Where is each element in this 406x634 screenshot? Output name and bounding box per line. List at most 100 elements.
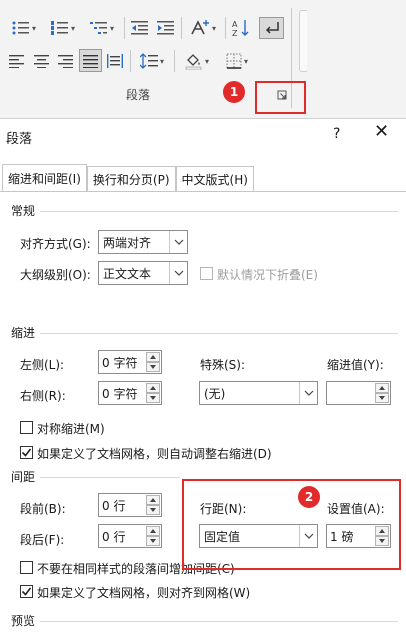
decrease-indent-icon (131, 21, 148, 35)
checkmark-icon (21, 448, 32, 457)
divider (181, 17, 182, 39)
divider (174, 50, 175, 72)
bullets-button[interactable]: ▾ (6, 17, 42, 39)
mirror-indents-checkbox[interactable] (20, 421, 33, 434)
tab-line-page-breaks[interactable]: 换行和分页(P) (86, 166, 176, 192)
bullet-list-icon (12, 21, 29, 35)
space-before-value: 0 行 (102, 498, 126, 513)
justify-icon (82, 54, 98, 68)
indent-left-value: 0 字符 (102, 355, 138, 370)
dialog-tabs: 缩进和间距(I) 换行和分页(P) 中文版式(H) (2, 164, 254, 192)
increase-indent-icon (157, 21, 174, 35)
dialog-launcher-icon (277, 90, 287, 100)
snap-to-grid-checkbox[interactable] (20, 585, 33, 598)
space-after-spinner[interactable]: 0 行 (98, 524, 162, 548)
decrease-indent-button[interactable] (128, 17, 152, 39)
indent-by-spinner[interactable] (326, 381, 391, 405)
paragraph-mark-icon (265, 22, 279, 34)
paragraph-settings-launcher[interactable] (275, 88, 289, 102)
outline-level-select[interactable]: 正文文本 (98, 261, 188, 285)
paragraph-dialog: 段落 ? ✕ 缩进和间距(I) 换行和分页(P) 中文版式(H) 常规 对齐方式… (0, 118, 406, 634)
spin-up-icon[interactable] (146, 352, 160, 362)
mirror-indents-label: 对称缩进(M) (37, 422, 105, 436)
spin-up-icon[interactable] (146, 526, 160, 536)
space-after-value: 0 行 (102, 529, 126, 544)
auto-adjust-right-indent-label: 如果定义了文档网格，则自动调整右缩进(D) (37, 447, 272, 461)
tab-asian-typography[interactable]: 中文版式(H) (175, 166, 254, 192)
indent-right-spinner[interactable]: 0 字符 (98, 381, 162, 405)
chinese-layout-button[interactable]: ▾ (185, 17, 221, 39)
align-left-button[interactable] (6, 50, 28, 72)
divider (124, 17, 125, 39)
chevron-down-icon (169, 231, 187, 253)
collapse-default-label: 默认情况下折叠(E) (217, 268, 318, 282)
tab-indents-spacing[interactable]: 缩进和间距(I) (2, 164, 87, 192)
section-rule (40, 477, 180, 478)
spin-down-icon[interactable] (146, 505, 160, 515)
indent-right-value: 0 字符 (102, 386, 138, 401)
styles-gallery-edge (299, 10, 307, 72)
indent-left-label: 左侧(L): (20, 358, 65, 372)
dialog-title: 段落 (6, 132, 33, 147)
align-right-button[interactable] (55, 50, 77, 72)
outline-level-value: 正文文本 (103, 266, 152, 281)
spin-up-icon[interactable] (375, 383, 389, 393)
space-before-spinner[interactable]: 0 行 (98, 493, 162, 517)
tab-divider (0, 191, 406, 192)
chevron-down-icon: ▾ (31, 23, 36, 33)
space-before-label: 段前(B): (20, 502, 66, 516)
chevron-down-icon: ▾ (243, 56, 248, 66)
preview-heading: 预览 (11, 614, 36, 628)
align-center-button[interactable] (31, 50, 53, 72)
section-rule (40, 211, 398, 212)
increase-indent-button[interactable] (154, 17, 178, 39)
distributed-align-icon (107, 54, 123, 68)
indent-left-spinner[interactable]: 0 字符 (98, 350, 162, 374)
indent-heading: 缩进 (11, 326, 36, 340)
help-button[interactable]: ? (333, 126, 340, 142)
close-button[interactable]: ✕ (374, 122, 389, 142)
chevron-down-icon (169, 262, 187, 284)
spin-down-icon[interactable] (146, 362, 160, 372)
spin-up-icon[interactable] (146, 383, 160, 393)
show-formatting-marks-button[interactable] (259, 17, 284, 39)
chevron-down-icon: ▾ (159, 56, 164, 66)
special-indent-select[interactable]: (无) (199, 381, 318, 405)
chinese-layout-icon (191, 20, 209, 35)
numbering-button[interactable]: ▾ (45, 17, 81, 39)
sort-button[interactable]: AZ (229, 17, 253, 39)
chevron-down-icon (299, 382, 317, 404)
distributed-button[interactable] (104, 50, 126, 72)
divider (130, 50, 131, 72)
collapse-default-checkbox[interactable] (200, 267, 213, 280)
alignment-select[interactable]: 两端对齐 (98, 230, 188, 254)
snap-to-grid-label: 如果定义了文档网格，则对齐到网格(W) (37, 586, 251, 600)
spin-down-icon[interactable] (375, 393, 389, 403)
line-spacing-button[interactable]: ▾ (134, 50, 170, 72)
ribbon-paragraph-group: ▾ ▾ ▾ ▾ AZ ▾ ▾ ▾ 段落 1 (0, 0, 406, 118)
shading-button[interactable]: ▾ (179, 50, 215, 72)
sort-az-icon: AZ (232, 20, 249, 37)
align-right-icon (58, 55, 73, 68)
svg-text:Z: Z (232, 29, 238, 37)
justify-button[interactable] (79, 49, 102, 72)
section-rule (40, 333, 398, 334)
auto-adjust-right-indent-checkbox[interactable] (20, 446, 33, 459)
spin-down-icon[interactable] (146, 393, 160, 403)
align-left-icon (9, 55, 24, 68)
chevron-down-icon: ▾ (109, 23, 114, 33)
general-heading: 常规 (11, 204, 36, 218)
divider (225, 17, 226, 39)
borders-button[interactable]: ▾ (219, 50, 255, 72)
spin-down-icon[interactable] (146, 536, 160, 546)
space-after-label: 段后(F): (20, 533, 65, 547)
outline-level-label: 大纲级别(O): (20, 268, 91, 282)
spin-up-icon[interactable] (146, 495, 160, 505)
step-badge-2: 2 (298, 486, 320, 508)
multilevel-list-button[interactable]: ▾ (84, 17, 120, 39)
svg-text:A: A (232, 20, 238, 29)
checkmark-icon (21, 587, 32, 596)
alignment-value: 两端对齐 (103, 235, 152, 250)
no-space-same-style-checkbox[interactable] (20, 561, 33, 574)
highlight-box-line-spacing (182, 479, 401, 570)
